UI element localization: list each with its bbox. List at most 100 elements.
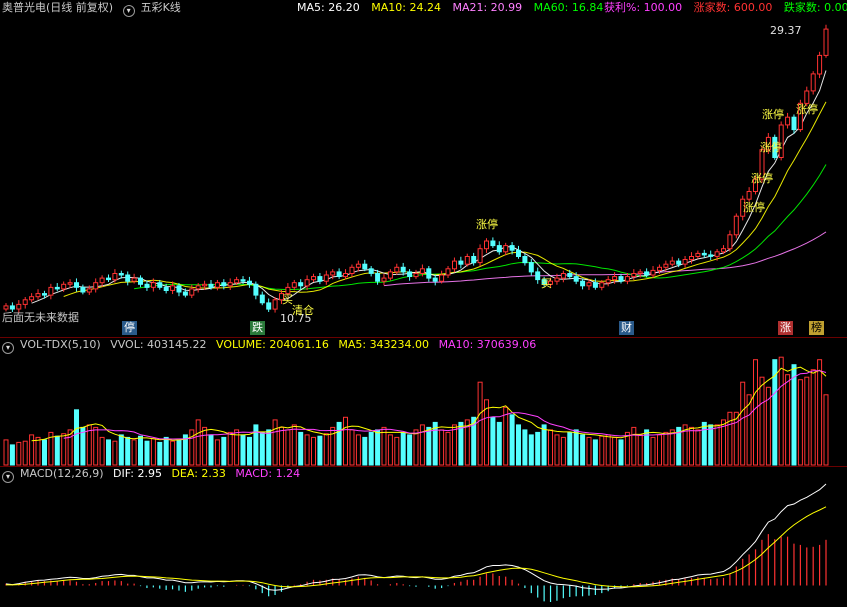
candle-body xyxy=(343,273,348,278)
volume-bar xyxy=(112,440,118,466)
volume-bar xyxy=(785,374,791,466)
volume-bar xyxy=(548,429,553,466)
candle-body xyxy=(54,286,60,290)
candle-body xyxy=(336,271,342,277)
volume-bar xyxy=(528,434,534,466)
volume-bar xyxy=(157,441,163,466)
volume-bar xyxy=(612,436,618,466)
indicator-name[interactable]: 五彩K线 xyxy=(141,1,181,14)
candle-body xyxy=(80,286,86,293)
volume-bar xyxy=(503,406,509,466)
up-count-value: 600.00 xyxy=(733,1,773,14)
candle-body xyxy=(426,268,432,279)
event-marker-finance[interactable]: 财 xyxy=(619,321,634,335)
volume-bar xyxy=(477,381,483,466)
volume-bar xyxy=(42,439,47,466)
ma5-value: 26.20 xyxy=(328,1,360,14)
candle-body xyxy=(400,266,406,273)
candle-body xyxy=(125,274,131,282)
volume-bar xyxy=(599,435,605,466)
chevron-down-icon[interactable]: ▾ xyxy=(2,471,14,483)
candle-body xyxy=(592,282,598,288)
volume-bar xyxy=(778,356,784,466)
candle-body xyxy=(234,279,240,284)
candle-body xyxy=(650,269,656,276)
volume-bar xyxy=(419,424,425,466)
event-marker-rise[interactable]: 涨 xyxy=(778,321,793,335)
volume-bar xyxy=(759,376,765,466)
event-marker-ranking[interactable]: 榜 xyxy=(809,321,824,335)
volume-bar xyxy=(214,439,220,466)
event-marker-suspend[interactable]: 停 xyxy=(122,321,137,335)
vvol-value: 403145.22 xyxy=(147,338,207,351)
candle-body xyxy=(503,245,509,253)
macd-header: ▾ MACD(12,26,9) DIF: 2.95 DEA: 2.33 MACD:… xyxy=(2,467,306,483)
volume-bar xyxy=(304,434,310,466)
volume-bar xyxy=(740,381,746,466)
volume-bar xyxy=(253,424,259,466)
candle-body xyxy=(823,28,829,56)
candle-body xyxy=(138,277,143,285)
volume-bar xyxy=(708,424,714,466)
volume-bar xyxy=(106,439,111,466)
volume-bar xyxy=(74,409,79,466)
candle-body xyxy=(695,252,701,257)
candle-body xyxy=(67,282,73,285)
volume-bar xyxy=(439,429,445,466)
volume-label: VOLUME: xyxy=(216,338,266,351)
volume-chart[interactable] xyxy=(0,337,847,466)
candle-body xyxy=(323,274,329,282)
dif-label: DIF: xyxy=(113,467,134,480)
candle-body xyxy=(516,249,521,258)
volume-bar xyxy=(355,434,361,466)
annotation-limit-up: 涨停 xyxy=(743,201,765,214)
volume-bar xyxy=(810,369,816,466)
chevron-down-icon[interactable]: ▾ xyxy=(122,5,135,17)
candle-body xyxy=(42,293,47,296)
volume-bar xyxy=(311,436,316,466)
event-marker-drop[interactable]: 跌 xyxy=(250,321,265,335)
volume-bar xyxy=(618,439,624,466)
volume-bar xyxy=(221,436,227,466)
candle-body xyxy=(727,234,733,250)
price-pane[interactable]: 奥普光电(日线 前复权) ▾ 五彩K线 MA5: 26.20 MA10: 24.2… xyxy=(0,0,847,337)
vol-ma5-label: MA5: xyxy=(338,338,367,351)
macd-chart[interactable] xyxy=(0,466,847,607)
market-breadth: 获利%: 100.00 涨家数: 600.00 跌家数: 0.00 xyxy=(604,1,847,15)
candle-body xyxy=(214,282,220,288)
annotation-limit-up: 涨停 xyxy=(796,103,818,116)
vol-indicator-name[interactable]: VOL-TDX(5,10) xyxy=(20,338,101,351)
volume-bar xyxy=(541,424,547,466)
chevron-down-icon[interactable]: ▾ xyxy=(2,342,14,354)
macd-pane[interactable]: ▾ MACD(12,26,9) DIF: 2.95 DEA: 2.33 MACD:… xyxy=(0,466,847,607)
candle-body xyxy=(471,256,477,264)
volume-pane[interactable]: ▾ VOL-TDX(5,10) VVOL: 403145.22 VOLUME: 2… xyxy=(0,337,847,466)
high-price-label: 29.37 xyxy=(770,24,802,37)
volume-bar xyxy=(9,444,15,466)
ma60-line xyxy=(383,231,827,287)
macd-value: 1.24 xyxy=(275,467,301,480)
volume-bar xyxy=(279,426,284,466)
vol-ma10-line xyxy=(63,370,827,440)
candle-body xyxy=(676,260,682,265)
volume-bar xyxy=(714,424,720,466)
volume-bar xyxy=(99,436,105,466)
volume-bar xyxy=(16,441,22,466)
candle-body xyxy=(99,277,105,284)
candle-body xyxy=(157,282,163,288)
candle-body xyxy=(202,283,208,287)
candle-body xyxy=(580,280,586,287)
candle-body xyxy=(106,277,111,281)
no-future-data-label: 后面无未来数据 xyxy=(2,311,79,324)
candle-body xyxy=(586,282,592,287)
macd-indicator-name[interactable]: MACD(12,26,9) xyxy=(20,467,104,480)
volume-bar xyxy=(381,426,387,466)
candlestick-chart[interactable] xyxy=(0,0,847,337)
candle-body xyxy=(484,240,489,250)
ma60-label: MA60: xyxy=(533,1,569,14)
volume-bar xyxy=(823,394,829,466)
volume-bar xyxy=(387,434,393,466)
candle-body xyxy=(509,245,515,251)
candle-body xyxy=(458,260,464,265)
candle-body xyxy=(733,215,739,236)
